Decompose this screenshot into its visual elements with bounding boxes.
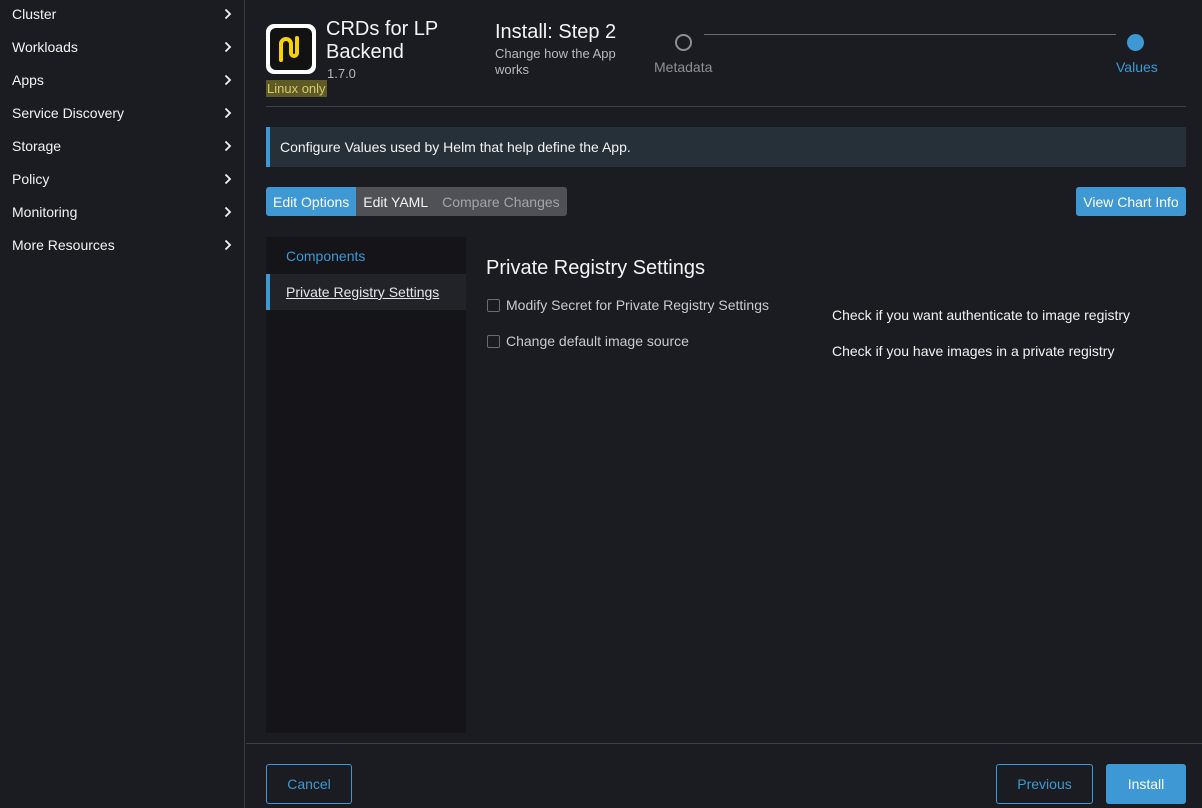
checkbox-label: Modify Secret for Private Registry Setti… [506,297,769,313]
tab-edit-yaml[interactable]: Edit YAML [356,187,436,216]
sidebar-item-more-resources[interactable]: More Resources [0,228,245,261]
sidebar-item-storage[interactable]: Storage [0,129,245,162]
change-image-source-checkbox[interactable] [487,334,500,348]
checkbox-label: Change default image source [506,333,689,349]
chevron-right-icon [217,41,245,53]
side-nav-item-components[interactable]: Components [266,238,466,274]
help-text: Check if you want authenticate to image … [832,307,1131,323]
sidebar-item-cluster[interactable]: Cluster [0,0,245,30]
step-metadata-dot[interactable] [675,34,692,51]
sidebar-item-label: Policy [12,170,50,187]
section-title: Private Registry Settings [486,257,705,279]
step-values-dot[interactable] [1127,34,1144,51]
values-side-nav: Components Private Registry Settings [266,237,466,733]
change-image-source-checkbox-row[interactable]: Change default image source [487,333,689,349]
step-metadata-label[interactable]: Metadata [654,59,712,75]
tab-compare-changes[interactable]: Compare Changes [435,187,567,216]
modify-secret-checkbox[interactable] [487,298,500,312]
sidebar-item-label: Workloads [12,38,78,55]
chevron-right-icon [217,239,245,251]
sidebar-item-monitoring[interactable]: Monitoring [0,195,245,228]
app-version: 1.7.0 [327,66,356,81]
chevron-right-icon [217,140,245,152]
nu-logo-icon [270,28,312,70]
stepper-line [704,34,1116,35]
side-nav-item-private-registry[interactable]: Private Registry Settings [266,274,466,310]
banner-text: Configure Values used by Helm that help … [280,139,631,155]
divider [266,106,1186,107]
info-banner: Configure Values used by Helm that help … [266,127,1186,167]
chevron-right-icon [217,74,245,86]
install-button[interactable]: Install [1106,764,1186,804]
main-content: CRDs for LP Backend 1.7.0 Linux only Ins… [246,0,1202,808]
app-name: CRDs for LP Backend [326,18,438,63]
tab-edit-options[interactable]: Edit Options [266,187,357,216]
chevron-right-icon [217,8,245,20]
sidebar-item-service-discovery[interactable]: Service Discovery [0,96,245,129]
previous-button[interactable]: Previous [996,764,1093,804]
sidebar-item-policy[interactable]: Policy [0,162,245,195]
modify-secret-checkbox-row[interactable]: Modify Secret for Private Registry Setti… [487,297,769,313]
sidebar-item-label: Cluster [12,5,57,22]
sidebar-item-label: More Resources [12,236,115,253]
edit-mode-tabs: Edit Options Edit YAML Compare Changes [266,187,567,216]
help-text: Check if you have images in a private re… [832,343,1115,359]
view-chart-info-button[interactable]: View Chart Info [1076,187,1186,216]
sidebar-item-label: Apps [12,71,44,88]
sidebar-item-label: Monitoring [12,203,78,220]
app-logo [266,24,316,74]
step-values-label[interactable]: Values [1116,59,1158,75]
sidebar-item-label: Service Discovery [12,104,125,121]
chevron-right-icon [217,107,245,119]
divider [246,743,1202,744]
os-badge: Linux only [266,80,327,97]
sidebar-item-apps[interactable]: Apps [0,63,245,96]
chevron-right-icon [217,206,245,218]
sidebar-item-label: Storage [12,137,62,154]
sidebar-item-workloads[interactable]: Workloads [0,30,245,63]
sidebar: Cluster Workloads Apps Service Discovery… [0,0,245,808]
wizard-title: Install: Step 2 [495,21,617,43]
chevron-right-icon [217,173,245,185]
cancel-button[interactable]: Cancel [266,764,352,804]
wizard-subtitle: Change how the App works [495,46,616,77]
